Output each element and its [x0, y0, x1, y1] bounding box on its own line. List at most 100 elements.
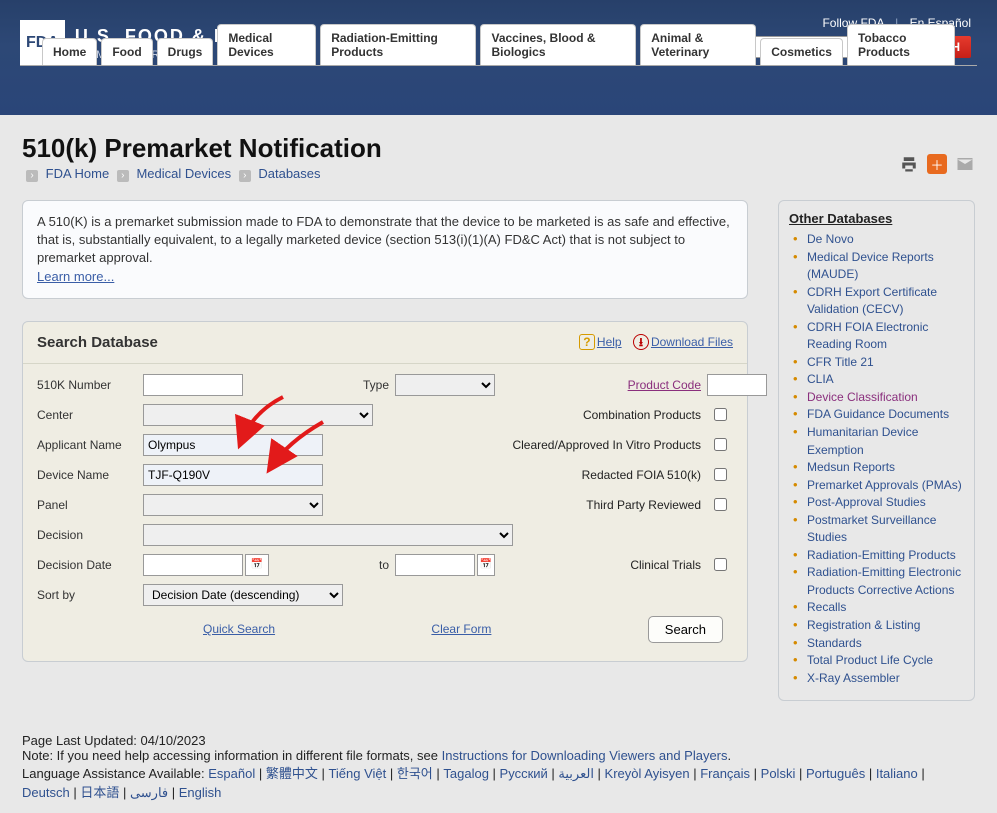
- lang-link[interactable]: Español: [208, 766, 255, 781]
- label-ivp: Cleared/Approved In Vitro Products: [501, 438, 701, 452]
- lang-link[interactable]: English: [179, 785, 222, 800]
- sidebar-link[interactable]: Total Product Life Cycle: [807, 653, 933, 667]
- lang-label: Language Assistance Available:: [22, 766, 208, 781]
- lang-link[interactable]: Tiếng Việt: [328, 766, 386, 781]
- label-type: Type: [329, 378, 389, 392]
- cb-foia[interactable]: [714, 468, 727, 481]
- lang-link[interactable]: 한국어: [397, 766, 433, 781]
- crumb-databases[interactable]: Databases: [258, 166, 320, 181]
- lang-link[interactable]: العربية: [558, 766, 594, 781]
- lang-link[interactable]: Kreyòl Ayisyen: [605, 766, 690, 781]
- sidebar-link[interactable]: CDRH FOIA Electronic Reading Room: [807, 320, 928, 352]
- mail-icon[interactable]: [955, 154, 975, 174]
- search-panel-heading: Search Database: [37, 334, 158, 351]
- sidebar-link[interactable]: FDA Guidance Documents: [807, 407, 949, 421]
- select-center[interactable]: [143, 404, 373, 426]
- lang-link[interactable]: Français: [700, 766, 750, 781]
- lang-link[interactable]: Português: [806, 766, 865, 781]
- sidebar-link[interactable]: Recalls: [807, 600, 846, 614]
- download-link[interactable]: Download Files: [651, 335, 733, 349]
- clear-form-link[interactable]: Clear Form: [431, 622, 491, 636]
- nav-cosmetics[interactable]: Cosmetics: [760, 38, 843, 65]
- lang-link[interactable]: Italiano: [876, 766, 918, 781]
- input-510k-number[interactable]: [143, 374, 243, 396]
- lang-link[interactable]: 繁體中文: [266, 766, 318, 781]
- intro-text: A 510(K) is a premarket submission made …: [37, 214, 730, 265]
- lang-link[interactable]: 日本語: [80, 785, 119, 800]
- sidebar-link[interactable]: Registration & Listing: [807, 618, 920, 632]
- lang-link[interactable]: Tagalog: [443, 766, 489, 781]
- search-button[interactable]: Search: [648, 616, 723, 643]
- label-decision-date: Decision Date: [37, 558, 137, 572]
- sidebar-link[interactable]: CDRH Export Certificate Validation (CECV…: [807, 285, 937, 317]
- sidebar-link[interactable]: Post-Approval Studies: [807, 495, 926, 509]
- input-device[interactable]: [143, 464, 323, 486]
- crumb-devices[interactable]: Medical Devices: [136, 166, 231, 181]
- lang-link[interactable]: Deutsch: [22, 785, 70, 800]
- cb-combination[interactable]: [714, 408, 727, 421]
- sidebar-link[interactable]: Device Classification: [807, 390, 918, 404]
- select-type[interactable]: [395, 374, 495, 396]
- lang-link[interactable]: Polski: [761, 766, 796, 781]
- nav-tobacco[interactable]: Tobacco Products: [847, 24, 955, 65]
- cb-clinical-trials[interactable]: [714, 558, 727, 571]
- sidebar-link[interactable]: De Novo: [807, 232, 854, 246]
- sidebar-link[interactable]: CFR Title 21: [807, 355, 874, 369]
- nav-drugs[interactable]: Drugs: [157, 38, 214, 65]
- label-device: Device Name: [37, 468, 137, 482]
- nav-vaccines[interactable]: Vaccines, Blood & Biologics: [480, 24, 636, 65]
- viewers-link[interactable]: Instructions for Downloading Viewers and…: [442, 748, 728, 763]
- sidebar-link[interactable]: CLIA: [807, 372, 834, 386]
- sidebar-link[interactable]: Radiation-Emitting Products: [807, 548, 956, 562]
- note-text: Note: If you need help accessing informa…: [22, 748, 442, 763]
- label-third-party: Third Party Reviewed: [501, 498, 701, 512]
- label-center: Center: [37, 408, 137, 422]
- label-clinical-trials: Clinical Trials: [501, 558, 701, 572]
- chevron-icon: ›: [117, 170, 129, 182]
- select-sort[interactable]: Decision Date (descending): [143, 584, 343, 606]
- cb-third-party[interactable]: [714, 498, 727, 511]
- sidebar-link[interactable]: Standards: [807, 636, 862, 650]
- sidebar-link[interactable]: Radiation-Emitting Electronic Products C…: [807, 565, 961, 597]
- download-icon[interactable]: ⭳: [633, 334, 649, 350]
- calendar-icon[interactable]: 📅: [477, 554, 495, 576]
- sidebar-other-databases: Other Databases De NovoMedical Device Re…: [778, 200, 975, 701]
- label-applicant: Applicant Name: [37, 438, 137, 452]
- nav-food[interactable]: Food: [101, 38, 152, 65]
- calendar-icon[interactable]: 📅: [245, 554, 269, 576]
- sidebar-link[interactable]: Medsun Reports: [807, 460, 895, 474]
- help-link[interactable]: Help: [597, 335, 622, 349]
- lang-link[interactable]: Русский: [500, 766, 548, 781]
- select-panel[interactable]: [143, 494, 323, 516]
- nav-home[interactable]: Home: [42, 38, 97, 65]
- learn-more-link[interactable]: Learn more...: [37, 269, 114, 284]
- quick-search-link[interactable]: Quick Search: [203, 622, 275, 636]
- footer: Page Last Updated: 04/10/2023 Note: If y…: [0, 721, 997, 813]
- product-code-link[interactable]: Product Code: [501, 378, 701, 392]
- label-combination: Combination Products: [501, 408, 701, 422]
- sidebar-link[interactable]: Postmarket Surveillance Studies: [807, 513, 936, 545]
- input-product-code[interactable]: [707, 374, 767, 396]
- input-date-to[interactable]: [395, 554, 475, 576]
- label-510k: 510K Number: [37, 378, 137, 392]
- crumb-home[interactable]: FDA Home: [46, 166, 110, 181]
- sidebar-link[interactable]: Premarket Approvals (PMAs): [807, 478, 962, 492]
- input-applicant[interactable]: [143, 434, 323, 456]
- header-banner: FDA U.S. FOOD & DRUG ADMINISTRATION Foll…: [0, 0, 997, 115]
- sidebar-link[interactable]: Medical Device Reports (MAUDE): [807, 250, 934, 282]
- nav-medical-devices[interactable]: Medical Devices: [217, 24, 316, 65]
- sidebar-link[interactable]: Humanitarian Device Exemption: [807, 425, 918, 457]
- sidebar-link[interactable]: X-Ray Assembler: [807, 671, 900, 685]
- nav-radiation[interactable]: Radiation-Emitting Products: [320, 24, 476, 65]
- input-date-from[interactable]: [143, 554, 243, 576]
- label-panel: Panel: [37, 498, 137, 512]
- updated-label: Page Last Updated:: [22, 733, 141, 748]
- help-icon[interactable]: ?: [579, 334, 595, 350]
- print-icon[interactable]: [899, 154, 919, 174]
- label-foia: Redacted FOIA 510(k): [501, 468, 701, 482]
- select-decision[interactable]: [143, 524, 513, 546]
- share-icon[interactable]: ＋: [927, 154, 947, 174]
- nav-animal[interactable]: Animal & Veterinary: [640, 24, 756, 65]
- cb-ivp[interactable]: [714, 438, 727, 451]
- lang-link[interactable]: فارسی: [130, 785, 168, 800]
